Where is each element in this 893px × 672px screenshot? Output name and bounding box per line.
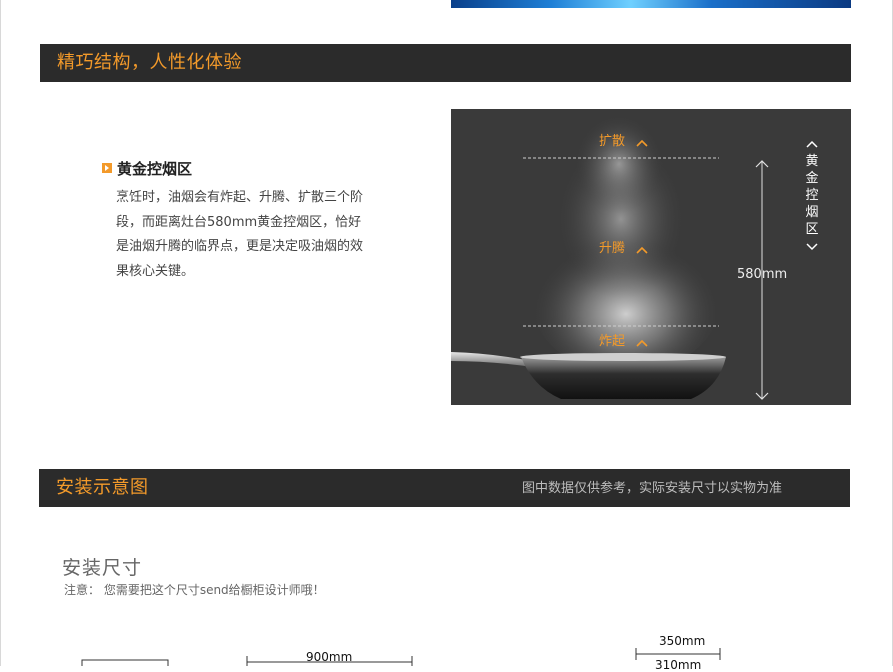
dimension-width-label: 900mm	[306, 650, 353, 664]
install-diagram-lines	[81, 648, 721, 666]
dimension-inner-label: 310mm	[655, 658, 702, 672]
dimension-top-label: 350mm	[659, 634, 706, 648]
cabinet-outline	[81, 659, 169, 666]
